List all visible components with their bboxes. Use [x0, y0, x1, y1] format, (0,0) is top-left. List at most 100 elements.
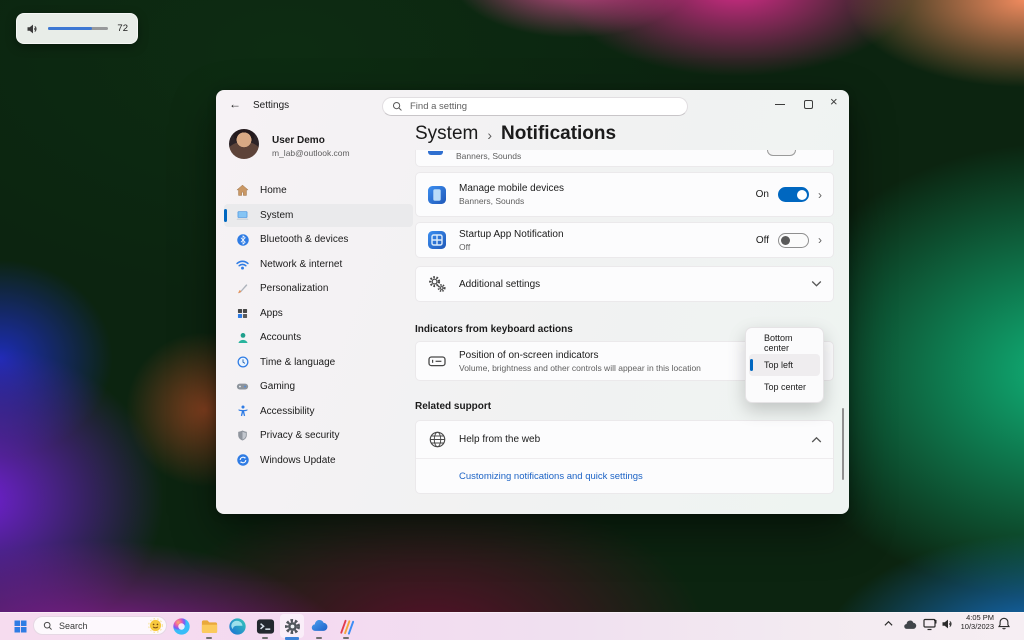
network-monitor-icon [923, 618, 937, 631]
row-title: Additional settings [459, 279, 811, 290]
taskbar-search-box[interactable]: Search [33, 616, 167, 635]
paint-strokes-app-button[interactable] [334, 614, 358, 638]
sidebar-item-label: Network & internet [260, 259, 342, 270]
help-link-customizing-notifications[interactable]: Customizing notifications and quick sett… [459, 471, 643, 482]
chevron-down-icon [811, 280, 822, 288]
shield-icon [235, 428, 250, 443]
back-button[interactable]: ← [229, 97, 241, 111]
chevron-up-icon [884, 620, 893, 627]
row-subtitle: Banners, Sounds [459, 196, 756, 206]
tray-clock[interactable]: 4:05 PM 10/3/2023 [950, 613, 994, 631]
sidebar-item-apps[interactable]: Apps [224, 302, 413, 325]
brush-icon [235, 281, 250, 296]
row-title: Startup App Notification [459, 229, 756, 240]
cloud-icon [903, 619, 917, 630]
onedrive-button[interactable] [307, 614, 331, 638]
terminal-button[interactable] [253, 614, 277, 638]
avatar[interactable] [229, 129, 259, 159]
osd-indicator-icon [427, 351, 447, 371]
edge-button[interactable] [225, 614, 249, 638]
mobile-devices-icon [427, 185, 447, 205]
startup-app-icon [427, 230, 447, 250]
settings-app-button[interactable] [280, 614, 304, 638]
sidebar-item-system[interactable]: System [224, 204, 413, 227]
sidebar-item-label: Bluetooth & devices [260, 234, 348, 245]
dropdown-option-top-left[interactable]: Top left [749, 354, 820, 376]
chevron-up-icon [811, 436, 822, 444]
running-indicator [206, 637, 212, 639]
dropdown-option-bottom-center[interactable]: Bottom center [749, 332, 820, 354]
search-icon [392, 101, 403, 112]
sidebar-item-accounts[interactable]: Accounts [224, 326, 413, 349]
gears-icon [427, 274, 447, 294]
tray-notifications[interactable] [998, 617, 1010, 630]
clock-icon [235, 355, 250, 370]
sidebar-item-bluetooth[interactable]: Bluetooth & devices [224, 228, 413, 251]
running-indicator [316, 637, 322, 639]
search-icon [43, 621, 53, 631]
manage-mobile-toggle[interactable] [778, 187, 809, 202]
tray-chevron-up[interactable] [884, 620, 893, 627]
accessibility-icon [235, 404, 250, 419]
close-button[interactable]: × [830, 94, 838, 109]
running-indicator [343, 637, 349, 639]
row-subtitle: Off [459, 242, 756, 252]
folder-icon [200, 617, 219, 636]
user-name: User Demo [272, 135, 325, 146]
sidebar-item-gaming[interactable]: Gaming [224, 375, 413, 398]
partial-row-subtitle: Banners, Sounds [456, 151, 521, 161]
sidebar-item-label: System [260, 210, 293, 221]
position-dropdown-menu: Bottom center Top left Top center [745, 327, 824, 403]
gamepad-icon [235, 379, 250, 394]
settings-row-additional-settings[interactable]: Additional settings [415, 266, 834, 302]
settings-row-manage-mobile-devices[interactable]: Manage mobile devices Banners, Sounds On… [415, 172, 834, 217]
breadcrumb: System › Notifications [415, 123, 616, 145]
edge-icon [228, 617, 247, 636]
sidebar-item-network[interactable]: Network & internet [224, 253, 413, 276]
sidebar-item-personalization[interactable]: Personalization [224, 277, 413, 300]
clock-time: 4:05 PM [950, 613, 994, 622]
sidebar-item-time-language[interactable]: Time & language [224, 351, 413, 374]
sidebar-item-label: Privacy & security [260, 430, 339, 441]
speaker-icon [26, 23, 39, 35]
globe-icon [427, 430, 447, 450]
chevron-right-icon: › [818, 233, 822, 247]
sidebar-item-label: Apps [260, 308, 283, 319]
sidebar-item-accessibility[interactable]: Accessibility [224, 400, 413, 423]
minimize-button[interactable] [775, 104, 785, 105]
active-app-indicator [285, 637, 299, 640]
sidebar-item-label: Home [260, 185, 287, 196]
volume-flyout: 72 [16, 13, 138, 44]
sidebar-item-label: Gaming [260, 381, 295, 392]
help-from-web-row[interactable]: Help from the web [416, 421, 833, 459]
partial-toggle[interactable] [767, 150, 796, 156]
toggle-knob [797, 190, 807, 200]
tray-onedrive[interactable] [903, 619, 917, 630]
scrollbar[interactable] [842, 408, 844, 480]
update-icon [235, 453, 250, 468]
row-title: Manage mobile devices [459, 183, 756, 194]
volume-slider[interactable] [48, 27, 108, 30]
dropdown-option-top-center[interactable]: Top center [749, 376, 820, 398]
window-title: Settings [253, 100, 289, 111]
sidebar-item-privacy[interactable]: Privacy & security [224, 424, 413, 447]
start-button[interactable] [8, 614, 32, 638]
tray-network[interactable] [923, 618, 937, 631]
terminal-icon [256, 617, 275, 636]
settings-row-startup-app-notification[interactable]: Startup App Notification Off Off › [415, 222, 834, 258]
settings-search-box[interactable] [382, 97, 688, 116]
sidebar-item-label: Time & language [260, 357, 335, 368]
file-explorer-button[interactable] [197, 614, 221, 638]
sidebar-item-label: Personalization [260, 283, 328, 294]
sidebar-item-home[interactable]: Home [224, 179, 413, 202]
settings-row-partial[interactable]: Banners, Sounds [415, 150, 834, 167]
maximize-button[interactable] [804, 100, 813, 109]
sidebar-item-windows-update[interactable]: Windows Update [224, 449, 413, 472]
sidebar-item-label: Windows Update [260, 455, 336, 466]
settings-search-input[interactable] [410, 101, 687, 112]
startup-app-toggle[interactable] [778, 233, 809, 248]
breadcrumb-system[interactable]: System [415, 123, 478, 145]
apps-icon [235, 306, 250, 321]
onedrive-cloud-icon [310, 617, 329, 636]
copilot-button[interactable] [169, 614, 193, 638]
